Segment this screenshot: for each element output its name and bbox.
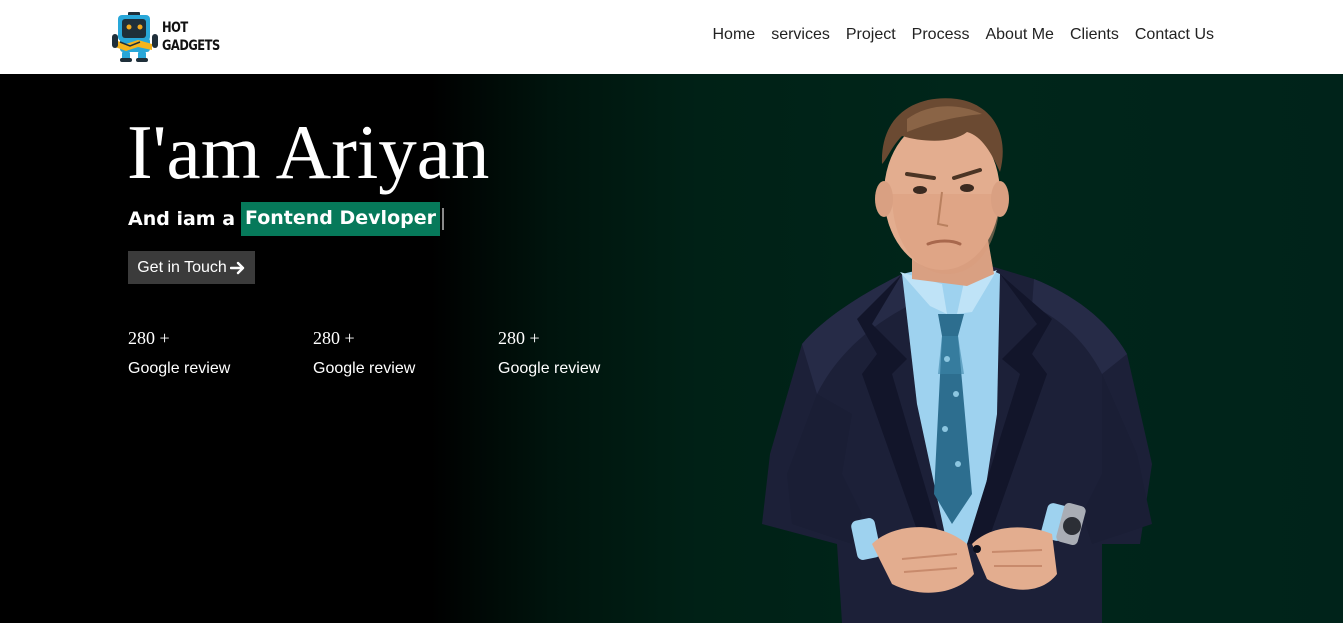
nav-item-services[interactable]: services bbox=[771, 24, 830, 46]
hero-subtitle: And iam a Fontend Devloper bbox=[128, 202, 444, 236]
stat-label: Google review bbox=[313, 360, 416, 377]
nav-item-clients[interactable]: Clients bbox=[1070, 24, 1119, 46]
hero-title: I'am Ariyan bbox=[127, 109, 490, 195]
stat-value: 280 + bbox=[313, 328, 355, 348]
nav-item-home[interactable]: Home bbox=[713, 24, 756, 46]
nav-item-contact-us[interactable]: Contact Us bbox=[1135, 24, 1214, 46]
subtitle-prefix: And iam a bbox=[128, 208, 236, 230]
portrait-image bbox=[762, 98, 1152, 623]
nav-item-process[interactable]: Process bbox=[912, 24, 970, 46]
typing-cursor bbox=[441, 208, 444, 230]
get-in-touch-label: Get in Touch bbox=[137, 258, 227, 276]
stat-item: 280 + Google review bbox=[128, 327, 313, 379]
logo-line-2: GADGETS bbox=[162, 38, 220, 54]
nav-item-project[interactable]: Project bbox=[846, 24, 896, 46]
get-in-touch-button[interactable]: Get in Touch bbox=[128, 251, 255, 284]
nav-item-about-me[interactable]: About Me bbox=[985, 24, 1053, 46]
stat-item: 280 + Google review bbox=[313, 327, 498, 379]
stats-row: 280 + Google review 280 + Google review … bbox=[128, 327, 683, 379]
arrow-right-icon bbox=[229, 261, 244, 274]
logo-text: HOT GADGETS bbox=[162, 19, 220, 55]
robot-mascot-icon bbox=[112, 12, 158, 62]
typed-role-highlight: Fontend Devloper bbox=[241, 202, 440, 236]
stat-value: 280 + bbox=[128, 328, 170, 348]
main-nav: Home services Project Process About Me C… bbox=[713, 24, 1215, 46]
hero-section: I'am Ariyan And iam a Fontend Devloper G… bbox=[0, 74, 1343, 623]
stat-label: Google review bbox=[128, 360, 231, 377]
logo[interactable]: HOT GADGETS bbox=[112, 12, 232, 62]
site-header: HOT GADGETS Home services Project Proces… bbox=[0, 0, 1343, 74]
stat-label: Google review bbox=[498, 360, 601, 377]
logo-line-1: HOT bbox=[162, 20, 188, 36]
stat-item: 280 + Google review bbox=[498, 327, 683, 379]
stat-value: 280 + bbox=[498, 328, 540, 348]
